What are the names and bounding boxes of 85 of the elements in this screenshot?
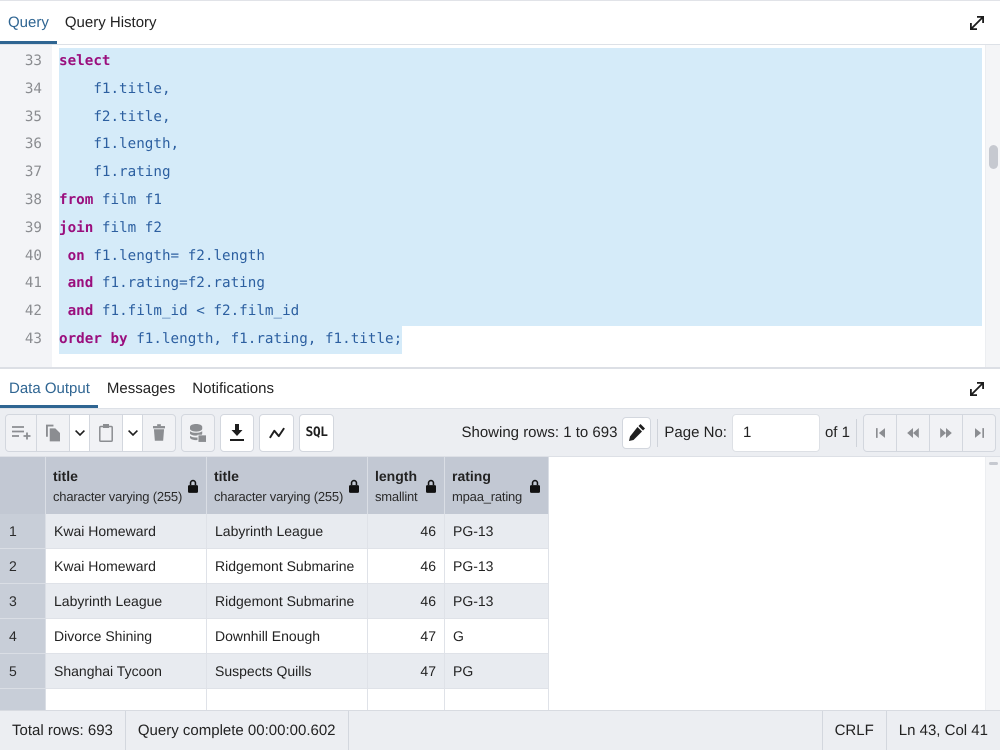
table-cell: Labyrinth League [207, 514, 368, 549]
row-number: 5 [0, 654, 46, 689]
cursor-position-label: Ln 43, Col 41 [886, 711, 1000, 750]
copy-menu-button[interactable] [69, 414, 90, 452]
line-number: 41 [24, 274, 43, 294]
sql-button[interactable]: SQL [299, 414, 334, 452]
download-button[interactable] [220, 414, 254, 452]
scrollbar[interactable] [985, 45, 1000, 367]
page-number-input[interactable]: 1 [732, 414, 820, 452]
table-cell: PG-13 [445, 549, 549, 584]
table-cell: Ridgemont Submarine [207, 584, 368, 619]
table-cell: 46 [368, 584, 445, 619]
caret-down-icon [128, 430, 138, 436]
table-cell: PG-13 [445, 514, 549, 549]
column-type: character varying (255) [53, 488, 184, 504]
clipboard-icon [99, 424, 113, 442]
line-number: 34 [24, 80, 43, 99]
table-cell: Kwai Homeward [46, 549, 207, 584]
column-name: title [214, 468, 240, 484]
column-header[interactable]: title character varying (255) [207, 457, 368, 514]
paste-menu-button[interactable] [122, 414, 143, 452]
table-cell: G [445, 619, 549, 654]
line-number: 37 [24, 163, 43, 182]
line-number: 35 [24, 108, 43, 127]
database-icon [190, 424, 206, 442]
table-cell: Labyrinth League [46, 584, 207, 619]
previous-page-icon [907, 428, 919, 438]
table-cell: 47 [368, 654, 445, 689]
line-number: 42 [24, 302, 43, 322]
scrollbar-thumb[interactable] [988, 145, 998, 169]
edit-range-button[interactable] [622, 416, 652, 448]
table-cell: PG [445, 654, 549, 689]
line-number: 36 [24, 135, 43, 154]
row-number: 1 [0, 514, 46, 549]
pencil-icon [628, 424, 645, 441]
query-tab[interactable]: Query History [56, 1, 165, 44]
line-chart-icon [268, 426, 284, 438]
page-count-label: of 1 [824, 424, 850, 441]
expand-icon[interactable] [969, 380, 985, 396]
column-header[interactable]: length smallint [368, 457, 445, 514]
table-cell: Downhill Enough [207, 619, 368, 654]
column-header[interactable]: rating mpaa_rating [445, 457, 549, 514]
result-tab[interactable]: Notifications [183, 369, 282, 408]
column-type: character varying (255) [214, 488, 344, 504]
table-cell: 46 [368, 549, 445, 584]
graph-button[interactable] [259, 414, 294, 452]
first-page-icon [876, 428, 884, 438]
table-cell: 47 [368, 619, 445, 654]
last-page-icon [974, 428, 984, 438]
table-cell: Suspects Quills [207, 654, 368, 689]
column-header[interactable]: title character varying (255) [46, 457, 207, 514]
expand-icon[interactable] [969, 14, 985, 30]
query-status-message: Query complete 00:00:00.602 [126, 711, 349, 750]
page-number-label: Page No: [664, 424, 727, 441]
table-cell: Shanghai Tycoon [46, 654, 207, 689]
rows-range-label: Showing rows: 1 to 693 [461, 424, 618, 441]
line-number: 33 [24, 52, 43, 71]
row-number: 3 [0, 584, 46, 619]
scrollbar-thumb[interactable] [988, 462, 998, 465]
trash-icon [153, 424, 165, 441]
column-name: title [53, 468, 79, 484]
table-cell: Kwai Homeward [46, 514, 207, 549]
line-number: 39 [24, 218, 43, 238]
list-plus-icon [12, 425, 30, 440]
table-cell: PG-13 [445, 584, 549, 619]
result-tab[interactable]: Messages [98, 369, 184, 408]
table-cell: Ridgemont Submarine [207, 549, 368, 584]
download-icon [230, 424, 244, 441]
line-number: 40 [24, 246, 43, 266]
column-name: length [375, 468, 418, 484]
row-number: 4 [0, 619, 46, 654]
line-number: 43 [24, 330, 43, 349]
copy-icon [46, 424, 60, 442]
column-name: rating [452, 468, 492, 484]
total-rows-label: Total rows: 693 [0, 711, 126, 750]
row-number: 2 [0, 549, 46, 584]
line-number: 38 [24, 190, 43, 210]
column-type: smallint [375, 488, 418, 504]
next-page-icon [940, 428, 952, 438]
caret-down-icon [74, 430, 84, 436]
table-cell: Divorce Shining [46, 619, 207, 654]
table-cell: 46 [368, 514, 445, 549]
scrollbar[interactable] [985, 457, 1000, 710]
column-type: mpaa_rating [452, 488, 524, 504]
line-ending-label: CRLF [822, 711, 886, 750]
